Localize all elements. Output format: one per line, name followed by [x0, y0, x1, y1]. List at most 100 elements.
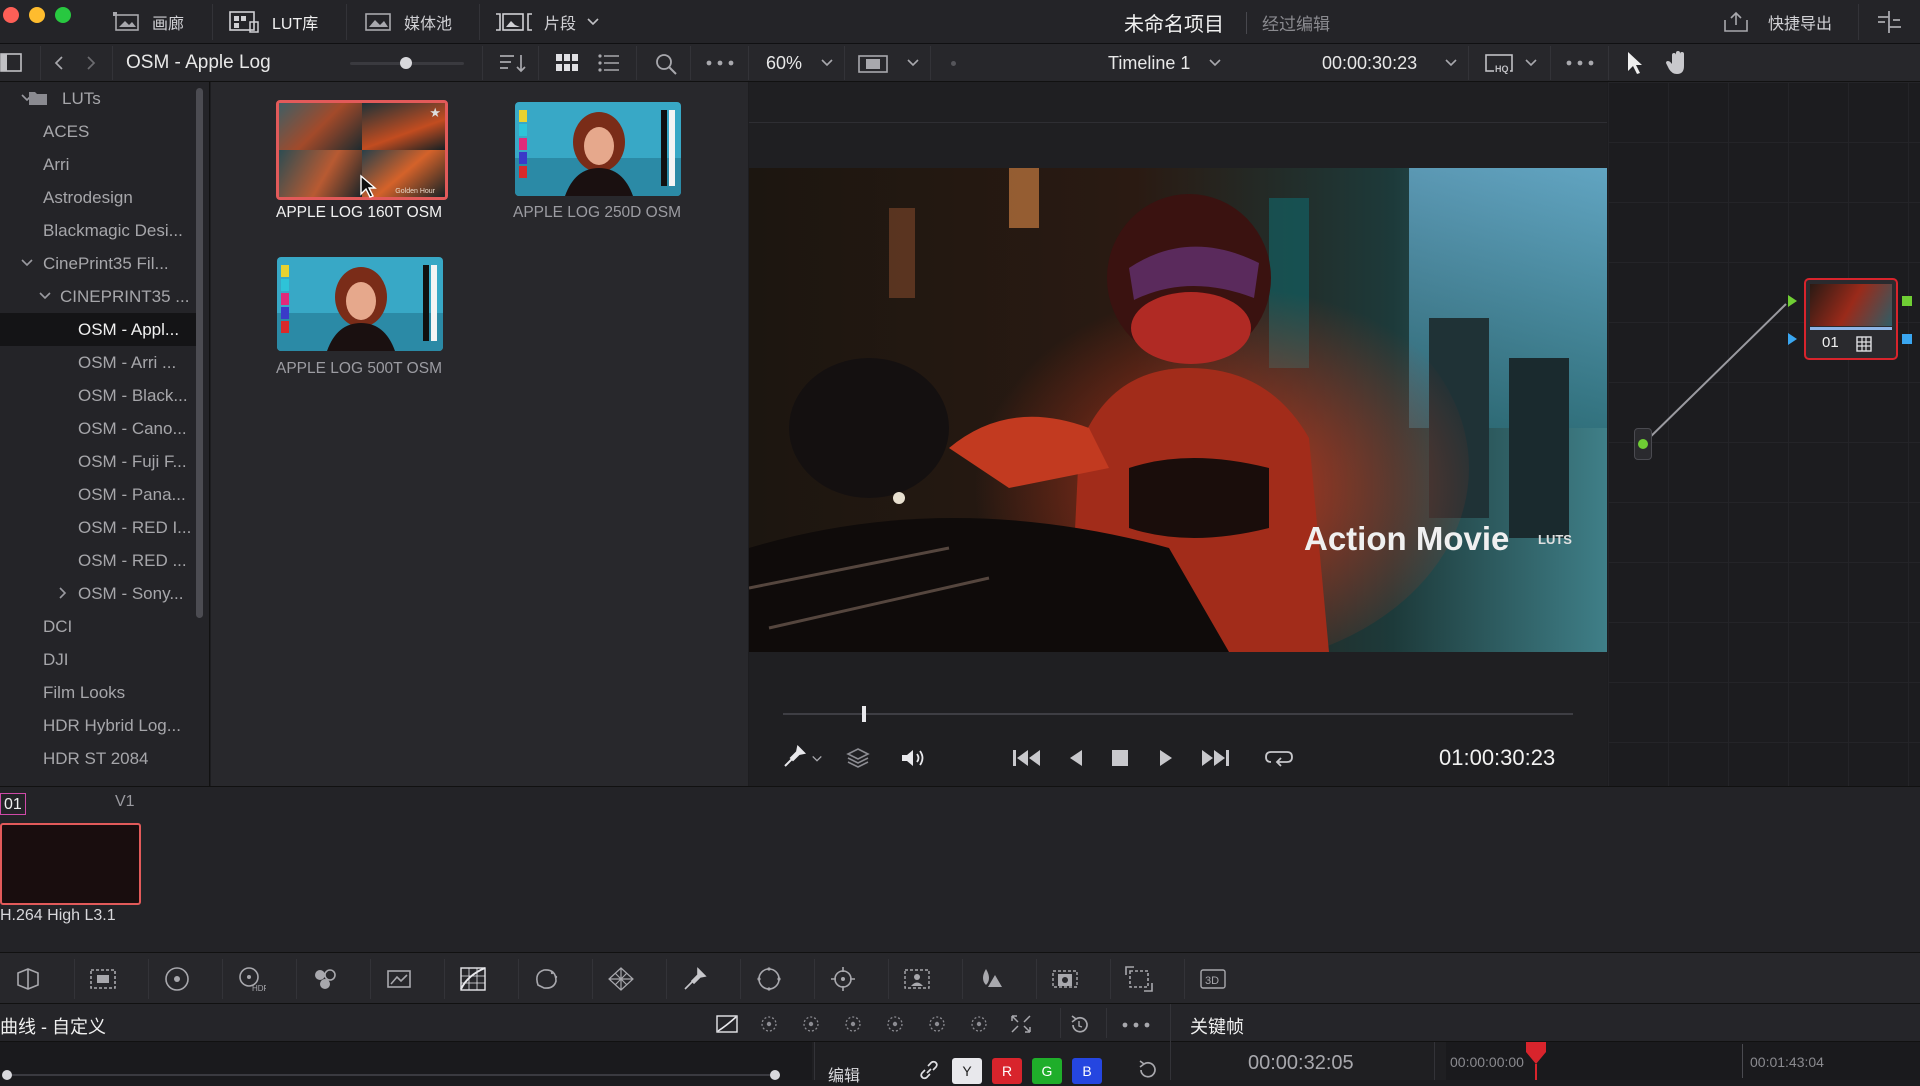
reset-icon[interactable] [1136, 1060, 1158, 1080]
sidebar-item[interactable]: ACES [0, 115, 196, 148]
volume-icon[interactable] [899, 746, 927, 770]
grid-view-icon[interactable] [556, 54, 578, 72]
viewer-mode-icon[interactable] [858, 54, 890, 74]
chevron-down-icon[interactable] [20, 247, 34, 280]
more-options-icon[interactable] [1122, 1022, 1150, 1028]
curve-custom-icon[interactable] [716, 1014, 738, 1034]
curve-point[interactable] [2, 1070, 12, 1080]
key-icon[interactable] [1048, 965, 1082, 993]
playhead-timecode[interactable]: 01:00:30:23 [1439, 745, 1555, 771]
hdr-wheels-icon[interactable]: HDR [234, 965, 268, 993]
lut-library-button[interactable]: LUT库 [228, 0, 318, 44]
sidebar-item[interactable]: LUTs [0, 82, 196, 115]
chevron-down-icon[interactable] [1444, 58, 1458, 68]
loop-icon[interactable] [1263, 746, 1295, 770]
sidebar-item[interactable]: OSM - Cano... [0, 412, 196, 445]
sidebar-item[interactable]: Film Looks [0, 676, 196, 709]
zoom-level[interactable]: 60% [766, 53, 802, 74]
qualifier-icon[interactable] [604, 965, 638, 993]
sidebar-scrollbar[interactable] [196, 88, 203, 618]
3d-icon[interactable]: 3D [1196, 965, 1230, 993]
color-match-icon[interactable] [86, 965, 120, 993]
video-frame[interactable]: Action Movie LUTS [749, 168, 1607, 652]
thumbnail-size-slider[interactable] [350, 57, 464, 69]
sidebar-item[interactable]: OSM - Black... [0, 379, 196, 412]
channel-b-button[interactable]: B [1072, 1058, 1102, 1084]
sidebar-item[interactable]: HDR ST 2084 [0, 742, 196, 775]
chevron-down-icon[interactable] [38, 280, 52, 313]
zoom-window-button[interactable] [55, 7, 71, 23]
source-timecode[interactable]: 00:00:30:23 [1322, 53, 1417, 74]
star-icon[interactable]: ★ [429, 105, 441, 121]
keyframe-timecode[interactable]: 00:00:32:05 [1248, 1052, 1354, 1075]
curve-point[interactable] [770, 1070, 780, 1080]
source-node-input[interactable] [1634, 428, 1652, 460]
color-warper-icon[interactable] [530, 965, 564, 993]
sidebar-item[interactable]: DCI [0, 610, 196, 643]
media-pool-button[interactable]: 媒体池 [364, 0, 452, 44]
chevron-down-icon[interactable] [1524, 58, 1538, 68]
reset-icon[interactable] [1068, 1014, 1090, 1036]
chevron-right-icon[interactable] [56, 577, 70, 610]
sidebar-item[interactable]: CinePrint35 Fil... [0, 247, 196, 280]
play-reverse-icon[interactable] [1067, 748, 1085, 768]
close-window-button[interactable] [3, 7, 19, 23]
layout-icon[interactable] [1874, 8, 1904, 36]
lut-thumbnail-250d[interactable] [515, 102, 681, 196]
sidebar-item[interactable]: Astrodesign [0, 181, 196, 214]
more-options-icon[interactable] [706, 60, 734, 66]
sidebar-item[interactable]: OSM - Fuji F... [0, 445, 196, 478]
chevron-down-icon[interactable] [1208, 58, 1222, 68]
timeline-name[interactable]: Timeline 1 [1108, 53, 1190, 74]
search-icon[interactable] [654, 52, 678, 76]
sidebar-item[interactable]: Arri [0, 148, 196, 181]
sizing-icon[interactable] [1122, 965, 1156, 993]
lum-vs-sat-icon[interactable] [884, 1014, 906, 1034]
sat-vs-sat-icon[interactable] [926, 1014, 948, 1034]
minimize-window-button[interactable] [29, 7, 45, 23]
curves-icon[interactable] [456, 965, 490, 993]
quick-export-button[interactable]: 快捷导出 [1722, 0, 1832, 44]
sidebar-item[interactable]: HDR Hybrid Log... [0, 709, 196, 742]
expand-icon[interactable] [1010, 1014, 1032, 1034]
eyedropper-qualifier-icon[interactable] [678, 965, 712, 993]
node-alpha-output[interactable] [1902, 334, 1912, 344]
keyframe-ruler[interactable]: 00:00:00:00 00:01:43:04 [1446, 1042, 1920, 1080]
pointer-icon[interactable] [1624, 50, 1644, 76]
sat-vs-lum-icon[interactable] [968, 1014, 990, 1034]
scrub-playhead[interactable] [862, 706, 866, 722]
sidebar-item[interactable]: OSM - RED I... [0, 511, 196, 544]
slider-handle[interactable] [400, 57, 412, 69]
sidebar-item[interactable]: CINEPRINT35 ... [0, 280, 196, 313]
color-wheels-icon[interactable] [160, 965, 194, 993]
hue-vs-hue-icon[interactable] [758, 1014, 780, 1034]
blur-icon[interactable] [974, 965, 1008, 993]
channel-r-button[interactable]: R [992, 1058, 1022, 1084]
camera-raw-icon[interactable] [12, 965, 46, 993]
hue-vs-sat-icon[interactable] [800, 1014, 822, 1034]
color-node-01[interactable]: 01 [1804, 278, 1898, 360]
hand-icon[interactable] [1664, 50, 1690, 76]
clips-button[interactable]: 片段 [494, 0, 600, 44]
channel-g-button[interactable]: G [1032, 1058, 1062, 1084]
skip-to-start-icon[interactable] [1011, 747, 1043, 769]
stop-icon[interactable] [1111, 749, 1129, 767]
sidebar-item[interactable]: OSM - RED ... [0, 544, 196, 577]
lut-thumbnail-500t[interactable] [277, 257, 443, 351]
chevron-down-icon[interactable] [820, 58, 834, 68]
scrub-bar[interactable] [783, 706, 1573, 722]
play-icon[interactable] [1157, 748, 1175, 768]
chevron-down-icon[interactable] [811, 754, 823, 764]
node-editor[interactable]: 01 [1608, 82, 1920, 786]
sidebar-item[interactable]: OSM - Arri ... [0, 346, 196, 379]
magic-mask-icon[interactable] [900, 965, 934, 993]
chevron-down-icon[interactable] [906, 58, 920, 68]
sort-icon[interactable] [498, 52, 528, 74]
clip-thumbnail[interactable] [0, 823, 141, 905]
forward-arrow-icon[interactable] [84, 54, 98, 72]
back-arrow-icon[interactable] [52, 54, 66, 72]
eyedropper-icon[interactable] [781, 744, 807, 770]
link-icon[interactable] [918, 1060, 940, 1080]
hq-monitor-icon[interactable]: HQ [1484, 52, 1516, 76]
sidebar-item[interactable]: Blackmagic Desi... [0, 214, 196, 247]
